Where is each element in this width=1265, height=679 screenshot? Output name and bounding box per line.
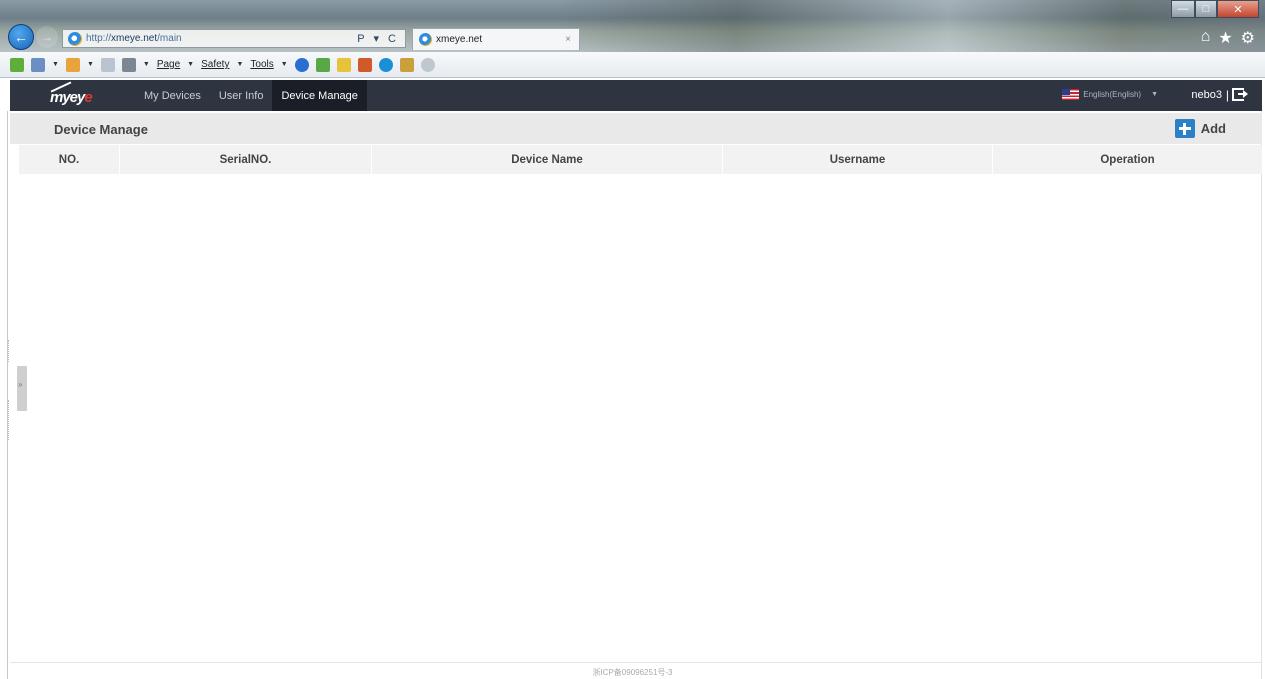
back-button[interactable]: ←: [8, 24, 34, 50]
dropdown-arrow-icon: ▼: [187, 61, 195, 68]
plus-icon: [1174, 119, 1195, 138]
command-bar: ▼ ▼ ▼ Page ▼ Safety ▼ Tools ▼: [0, 52, 1265, 78]
footer-icp: 浙ICP备09096251号-3: [592, 668, 673, 677]
dropdown-arrow-icon[interactable]: ▼: [87, 61, 94, 68]
address-bar[interactable]: http://xmeye.net/main P ▾ C: [62, 29, 406, 48]
browser-toolbar-icons: ⌂ ★ ⚙: [1201, 28, 1255, 48]
minimize-button[interactable]: —: [1171, 0, 1195, 18]
column-header-serial: SerialNO.: [120, 145, 372, 174]
mail-icon[interactable]: [100, 57, 115, 72]
divider-dots: [8, 340, 11, 362]
tab-favicon-icon: [419, 33, 432, 46]
page-subheader: Device Manage Add: [10, 113, 1262, 144]
dropdown-arrow-icon[interactable]: ▼: [143, 61, 150, 68]
us-flag-icon: [1062, 89, 1080, 100]
column-header-operation: Operation: [1100, 153, 1155, 166]
background-image: [560, 0, 1265, 52]
forward-button[interactable]: →: [36, 26, 58, 48]
browser-titlebar: ← → http://xmeye.net/main P ▾ C xmeye.ne…: [0, 0, 1265, 52]
content-frame: [7, 111, 1262, 679]
chevron-down-icon: ▼: [1151, 91, 1158, 98]
dropdown-arrow-icon: ▼: [236, 61, 244, 68]
address-actions[interactable]: P ▾ C: [357, 32, 399, 45]
app-header: myeye My Devices User Info Device Manage…: [10, 80, 1262, 111]
home-page-icon[interactable]: [31, 57, 45, 72]
divider-dots: [8, 400, 11, 440]
address-url[interactable]: http://xmeye.net/main: [86, 33, 182, 44]
column-header-device-name: Device Name: [372, 145, 723, 174]
ie-favicon-icon: [68, 31, 82, 46]
nav-user-info[interactable]: User Info: [210, 80, 273, 111]
safety-menu[interactable]: Safety: [201, 59, 229, 70]
footer-divider: [10, 662, 1262, 663]
print-icon[interactable]: [121, 57, 136, 72]
language-label: English(English): [1083, 90, 1142, 99]
logo[interactable]: myeye: [10, 80, 135, 111]
tools-menu[interactable]: Tools: [250, 59, 273, 70]
window-controls: — □ ✕: [1171, 0, 1259, 18]
add-device-button[interactable]: Add: [1174, 119, 1226, 138]
add-label: Add: [1200, 121, 1226, 136]
tab-title: xmeye.net: [436, 34, 483, 45]
addon-icon[interactable]: [357, 57, 372, 72]
close-window-button[interactable]: ✕: [1217, 0, 1259, 18]
feeds-icon[interactable]: [65, 57, 80, 72]
maximize-button[interactable]: □: [1195, 0, 1217, 18]
pen-icon[interactable]: [336, 57, 351, 72]
back-arrow-icon: ←: [14, 29, 28, 45]
help-icon[interactable]: [294, 57, 309, 72]
addon-icon[interactable]: [420, 57, 435, 72]
settings-gear-icon[interactable]: ⚙: [1241, 28, 1255, 48]
favorites-star-icon[interactable]: ★: [1218, 28, 1232, 48]
home-icon[interactable]: ⌂: [1201, 28, 1211, 48]
tab-close-icon[interactable]: ×: [565, 34, 571, 45]
nav-device-manage[interactable]: Device Manage: [272, 80, 367, 111]
page-menu[interactable]: Page: [157, 59, 180, 70]
username[interactable]: nebo3: [1191, 89, 1222, 101]
language-selector[interactable]: English(English) ▼: [1062, 89, 1158, 100]
column-header-no: NO.: [19, 145, 120, 174]
forward-arrow-icon: →: [41, 30, 53, 44]
addon-icon[interactable]: [399, 57, 414, 72]
page-title: Device Manage: [54, 122, 148, 137]
user-separator: |: [1225, 88, 1229, 102]
suggested-sites-icon[interactable]: [10, 57, 24, 72]
skype-icon[interactable]: [378, 57, 393, 72]
dropdown-arrow-icon: ▼: [280, 61, 288, 68]
addon-icon[interactable]: [315, 57, 330, 72]
browser-tab[interactable]: xmeye.net ×: [412, 28, 580, 50]
sidebar-toggle-handle[interactable]: »: [17, 366, 27, 411]
device-table-header: NO. SerialNO. Device Name Username Opera…: [19, 145, 1262, 174]
logout-icon[interactable]: [1232, 88, 1248, 101]
expand-chevron-icon: »: [18, 380, 23, 389]
column-header-username: Username: [723, 145, 993, 174]
nav-my-devices[interactable]: My Devices: [135, 80, 210, 111]
dropdown-arrow-icon[interactable]: ▼: [52, 61, 59, 68]
